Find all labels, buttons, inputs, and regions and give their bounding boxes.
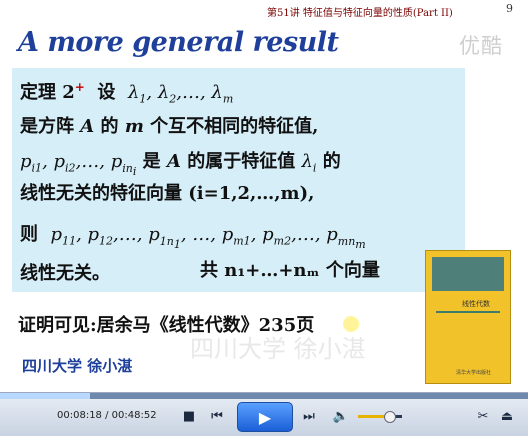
eject-icon: ⏏ [500, 408, 514, 424]
author-footer: 四川大学 徐小湛 [22, 357, 133, 375]
vector-list-i: pi1, pi2,…, pini [20, 151, 137, 178]
previous-button[interactable]: ⏮ [206, 405, 228, 427]
eigenvalue-list: λ1, λ2,…, λm [127, 82, 234, 106]
proof-reference: 证明可见:居余马《线性代数》235页 [18, 315, 315, 336]
book-cover-band [432, 257, 504, 291]
seek-bar-fill [0, 393, 90, 399]
text-line3-a: 是 [142, 151, 161, 172]
book-publisher: 清华大学出版社 [456, 370, 492, 376]
all-vectors: p11, p12,…, p1n1, …, pm1, pm2,…, pmnm [50, 224, 366, 251]
stop-icon: ■ [182, 408, 196, 424]
var-m: m [124, 116, 144, 137]
theorem-label: 定理 2 [20, 82, 75, 103]
time-display: 00:08:18 / 00:48:52 [57, 410, 157, 421]
text-line2-b: 的 [100, 116, 119, 137]
volume-button[interactable]: 🔈 [330, 405, 352, 427]
text-line3-b: 的属于特征值 [187, 151, 296, 172]
seek-bar[interactable] [0, 393, 528, 399]
lecture-header: 第51讲 特征值与特征向量的性质(Part II) [267, 8, 453, 19]
total-time: 00:48:52 [111, 410, 157, 421]
lambda-i: λi [301, 151, 317, 175]
current-time: 00:08:18 [57, 410, 102, 421]
text-line2-a: 是方阵 [20, 116, 74, 137]
page-number: 9 [506, 2, 513, 15]
theorem-line-2: 是方阵 A 的 m 个互不相同的特征值, [20, 112, 318, 138]
youku-watermark-logo: 优酷 [459, 34, 503, 58]
play-icon: ▶ [258, 407, 272, 427]
matrix-a-2: A [166, 151, 181, 172]
play-button[interactable]: ▶ [237, 402, 293, 432]
skip-forward-icon: ⏭ [303, 408, 315, 424]
stop-button[interactable]: ■ [178, 405, 200, 427]
theorem-line-6a: 线性无关。 [20, 263, 110, 284]
next-button[interactable]: ⏭ [298, 405, 320, 427]
theorem-line-6b: 共 n₁+…+nₘ 个向量 [200, 260, 380, 281]
text-line2-c: 个互不相同的特征值, [150, 116, 319, 137]
text-she: 设 [97, 82, 116, 103]
book-title: 线性代数 [462, 300, 490, 308]
theorem-line-5: 则 p11, p12,…, p1n1, …, pm1, pm2,…, pmnm [20, 220, 366, 251]
slide: 第51讲 特征值与特征向量的性质(Part II) 9 优酷 A more ge… [0, 0, 528, 392]
theorem-mark: + [74, 80, 85, 94]
video-player-controls: 00:08:18 / 00:48:52 ■ ⏮ ▶ ⏭ 🔈 ✂ ⏏ [0, 392, 528, 436]
matrix-a: A [80, 116, 95, 137]
theorem-line-4: 线性无关的特征向量 (i=1,2,…,m), [20, 183, 315, 204]
volume-slider[interactable] [358, 411, 402, 423]
tools-icon: ✂ [477, 408, 489, 424]
text-line3-c: 的 [322, 151, 341, 172]
volume-knob[interactable] [383, 411, 396, 423]
settings-button[interactable]: ✂ [472, 405, 494, 427]
textbook-cover-image: 线性代数 清华大学出版社 [425, 250, 511, 384]
pointer-highlight [343, 316, 359, 332]
theorem-line-1: 定理 2+ 设 λ1, λ2,…, λm [20, 78, 233, 106]
theorem-line-3: pi1, pi2,…, pini 是 A 的属于特征值 λi 的 [20, 147, 341, 178]
eject-button[interactable]: ⏏ [496, 405, 518, 427]
slide-title: A more general result [18, 27, 339, 58]
book-cover-line [436, 311, 500, 313]
speaker-icon: 🔈 [332, 408, 350, 424]
skip-back-icon: ⏮ [211, 408, 223, 424]
text-ze: 则 [20, 224, 38, 245]
